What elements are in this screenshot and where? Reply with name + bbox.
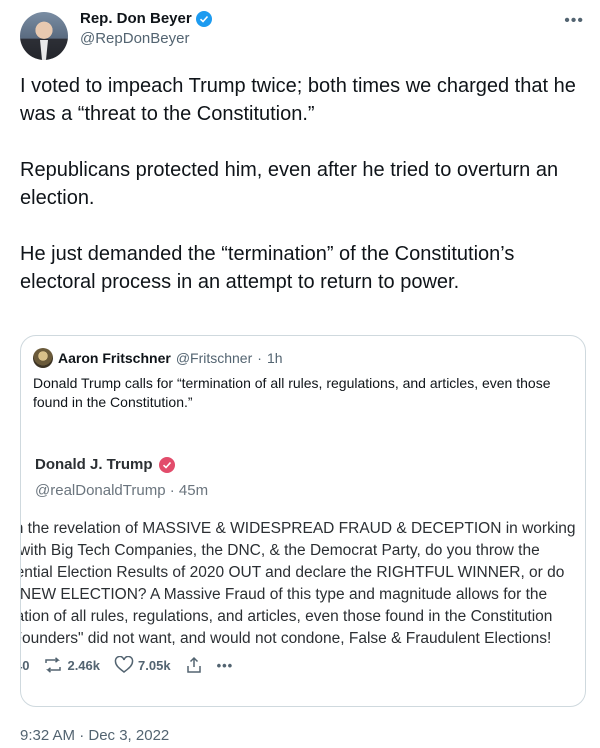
author-display-name[interactable]: Rep. Don Beyer <box>80 10 192 27</box>
truth-verified-badge-icon <box>158 456 175 473</box>
screenshot-author-name: Donald J. Trump <box>35 456 153 473</box>
replies-count: 40 <box>21 657 30 673</box>
quoted-tweet-card[interactable]: Aaron Fritschner @Fritschner · 1h Donald… <box>20 335 586 707</box>
screenshot-line: nation of all rules, regulations, and ar… <box>21 608 553 625</box>
quoted-author-avatar <box>33 348 53 368</box>
heart-icon <box>114 656 134 673</box>
like-group: 7.05k <box>114 656 171 674</box>
tweet-timestamp[interactable]: 9:32 AM · Dec 3, 2022 <box>20 727 169 744</box>
truth-social-screenshot: Donald J. Trump @realDonaldTrump · 45m i… <box>21 440 585 706</box>
screenshot-line: y with Big Tech Companies, the DNC, & th… <box>21 542 540 559</box>
author-avatar[interactable] <box>20 12 68 60</box>
quoted-author-name: Aaron Fritschner <box>58 350 171 366</box>
tweet-paragraph: He just demanded the “termination” of th… <box>20 243 515 293</box>
screenshot-line: ith the revelation of MASSIVE & WIDESPRE… <box>21 520 576 537</box>
tweet-header: Rep. Don Beyer @RepDonBeyer ••• <box>20 10 584 60</box>
author-handle[interactable]: @RepDonBeyer <box>80 30 212 47</box>
likes-count: 7.05k <box>138 657 171 673</box>
screenshot-more-icon: ••• <box>216 657 234 673</box>
verified-badge-icon <box>195 10 212 27</box>
share-icon <box>186 656 201 673</box>
author-names: Rep. Don Beyer @RepDonBeyer <box>80 10 212 47</box>
retruth-icon <box>45 657 62 673</box>
quoted-tweet-age: 1h <box>266 350 283 366</box>
quoted-tweet-text: Donald Trump calls for “termination of a… <box>33 375 551 410</box>
screenshot-author-row: Donald J. Trump <box>35 456 175 473</box>
tweet-text: I voted to impeach Trump twice; both tim… <box>20 72 590 324</box>
screenshot-line: "Founders" did not want, and would not c… <box>21 630 552 647</box>
more-options-icon[interactable]: ••• <box>564 12 584 30</box>
screenshot-line: a NEW ELECTION? A Massive Fraud of this … <box>21 586 548 603</box>
retruths-count: 2.46k <box>67 657 101 673</box>
quoted-author-handle: @Fritschner <box>175 350 253 366</box>
screenshot-handle-time: @realDonaldTrump · 45m <box>35 482 209 499</box>
quoted-tweet-header: Aaron Fritschner @Fritschner · 1h <box>33 348 283 368</box>
author-name-row[interactable]: Rep. Don Beyer <box>80 10 212 27</box>
retruth-group: 2.46k <box>43 657 100 673</box>
screenshot-line: dential Election Results of 2020 OUT and… <box>21 564 565 581</box>
screenshot-post-text: ith the revelation of MASSIVE & WIDESPRE… <box>21 518 585 650</box>
tweet-paragraph: Republicans protected him, even after he… <box>20 159 559 209</box>
separator-dot: · <box>257 350 262 366</box>
screenshot-action-bar: 40 2.46k 7.05k ••• <box>21 656 233 674</box>
tweet-paragraph: I voted to impeach Trump twice; both tim… <box>20 75 576 125</box>
